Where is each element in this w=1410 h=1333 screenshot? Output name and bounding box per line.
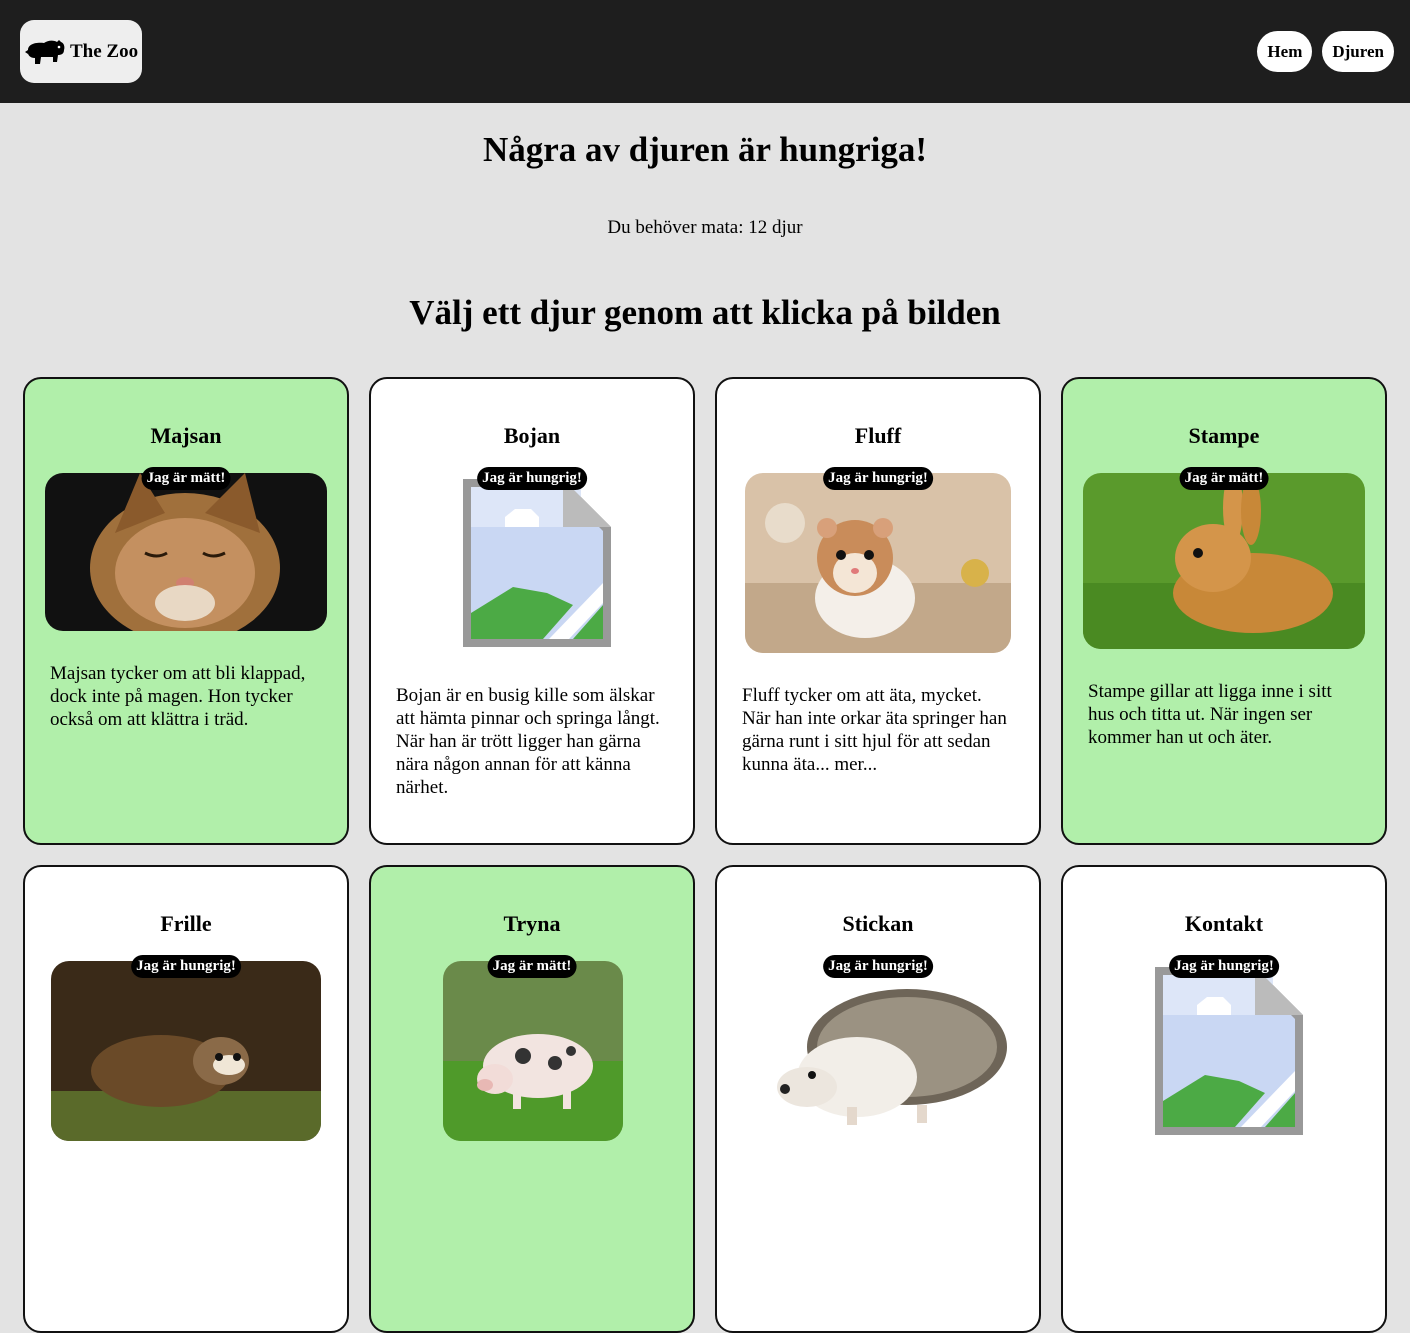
status-badge: Jag är hungrig!: [823, 955, 933, 978]
select-animal-heading: Välj ett djur genom att klicka på bilden: [409, 293, 1001, 332]
animal-card-kontakt[interactable]: Kontakt Jag är hungrig!: [1061, 865, 1387, 1333]
animal-grid: Majsan Jag är mätt! Majsan tycker om att…: [23, 377, 1387, 1333]
animal-name: Majsan: [150, 423, 222, 448]
home-logo-button[interactable]: The Zoo: [20, 20, 142, 83]
animal-card-stickan[interactable]: Stickan Jag är hungrig!: [715, 865, 1041, 1333]
nav-animals-button[interactable]: Djuren: [1322, 31, 1394, 72]
animal-name: Fluff: [854, 423, 902, 448]
hedgehog-image[interactable]: [767, 977, 1017, 1145]
status-badge: Jag är hungrig!: [477, 467, 587, 490]
animal-description: Majsan tycker om att bli klappad, dock i…: [50, 663, 306, 730]
animal-description: Bojan är en busig kille som älskar att h…: [396, 685, 660, 798]
hamster-image[interactable]: [745, 473, 1011, 653]
animal-name: Kontakt: [1184, 911, 1264, 936]
status-badge: Jag är hungrig!: [1169, 955, 1279, 978]
main-nav: Hem Djuren: [1257, 31, 1394, 72]
animal-name: Stampe: [1188, 423, 1260, 448]
status-badge: Jag är hungrig!: [131, 955, 241, 978]
feed-count-text: Du behöver mata: 12 djur: [607, 217, 803, 238]
animal-description: Stampe gillar att ligga inne i sitt hus …: [1088, 681, 1332, 748]
broken-image-icon[interactable]: [1145, 961, 1305, 1143]
ferret-image[interactable]: [51, 961, 321, 1141]
animal-card-tryna[interactable]: Tryna Jag är mätt!: [369, 865, 695, 1333]
status-badge: Jag är mätt!: [487, 955, 577, 978]
rabbit-image[interactable]: [1083, 473, 1365, 649]
page-title: Några av djuren är hungriga!: [482, 130, 927, 169]
pig-image[interactable]: [443, 961, 623, 1141]
animal-name: Frille: [160, 911, 212, 936]
status-badge: Jag är hungrig!: [823, 467, 933, 490]
status-badge: Jag är mätt!: [1179, 467, 1269, 490]
animal-card-frille[interactable]: Frille Jag är hungrig!: [23, 865, 349, 1333]
cat-image[interactable]: [45, 473, 327, 631]
animal-description: Fluff tycker om att äta, mycket. När han…: [742, 685, 1007, 775]
hippo-logo-icon: [25, 39, 65, 64]
animal-card-fluff[interactable]: Fluff Jag är hungrig! Fluff tycker om at…: [715, 377, 1041, 845]
animal-name: Bojan: [503, 423, 561, 448]
animal-card-majsan[interactable]: Majsan Jag är mätt! Majsan tycker om att…: [23, 377, 349, 845]
status-badge: Jag är mätt!: [141, 467, 231, 490]
animal-name: Stickan: [842, 911, 914, 936]
animal-card-bojan[interactable]: Bojan Jag är hungrig! Bojan är en busig …: [369, 377, 695, 845]
broken-image-icon[interactable]: [453, 473, 613, 655]
animal-name: Tryna: [503, 911, 561, 936]
nav-home-button[interactable]: Hem: [1257, 31, 1313, 72]
top-navbar: The Zoo Hem Djuren: [0, 0, 1410, 103]
logo-text: The Zoo: [70, 40, 139, 62]
animal-card-stampe[interactable]: Stampe Jag är mätt! Stampe gillar att li…: [1061, 377, 1387, 845]
